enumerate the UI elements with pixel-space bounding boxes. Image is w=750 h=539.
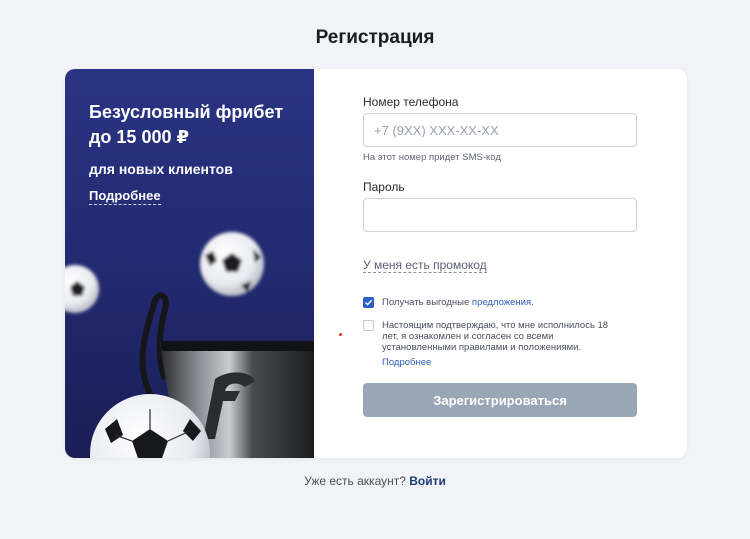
- phone-hint: На этот номер придет SMS-код: [363, 152, 501, 163]
- footer-text: Уже есть аккаунт?: [304, 474, 406, 488]
- password-input[interactable]: [363, 198, 637, 232]
- promo-more-link[interactable]: Подробнее: [89, 188, 161, 205]
- promocode-link[interactable]: У меня есть промокод: [363, 258, 487, 273]
- offers-label: Получать выгодные: [382, 297, 470, 308]
- promo-subtitle: для новых клиентов: [89, 161, 233, 177]
- register-button[interactable]: Зарегистрироваться: [363, 383, 637, 417]
- consent-checkbox[interactable]: [363, 320, 374, 331]
- offers-text: Получать выгодные предложения.: [382, 297, 534, 308]
- page-title: Регистрация: [315, 27, 435, 48]
- ball-edge: [65, 265, 99, 313]
- ball-blurred: [200, 232, 264, 296]
- registration-card: Безусловный фрибет до 15 000 ₽ для новых…: [65, 69, 687, 458]
- red-dot-marker: [339, 333, 342, 336]
- password-label: Пароль: [363, 180, 405, 194]
- offers-checkbox-row: Получать выгодные предложения.: [363, 297, 534, 308]
- phone-input[interactable]: [363, 113, 637, 147]
- footer: Уже есть аккаунт? Войти: [0, 474, 750, 488]
- phone-label: Номер телефона: [363, 95, 459, 109]
- consent-checkbox-row: Настоящим подтверждаю, что мне исполнило…: [363, 320, 625, 353]
- promo-banner: Безусловный фрибет до 15 000 ₽ для новых…: [65, 69, 314, 458]
- registration-form: Номер телефона На этот номер придет SMS-…: [363, 69, 639, 458]
- offers-checkbox[interactable]: [363, 297, 374, 308]
- consent-text: Настоящим подтверждаю, что мне исполнило…: [382, 320, 609, 353]
- offers-link[interactable]: предложения.: [472, 297, 534, 308]
- consent-more-link[interactable]: Подробнее: [382, 357, 431, 368]
- promo-title: Безусловный фрибет до 15 000 ₽: [89, 102, 284, 147]
- login-link[interactable]: Войти: [409, 474, 446, 488]
- check-icon: [364, 299, 373, 306]
